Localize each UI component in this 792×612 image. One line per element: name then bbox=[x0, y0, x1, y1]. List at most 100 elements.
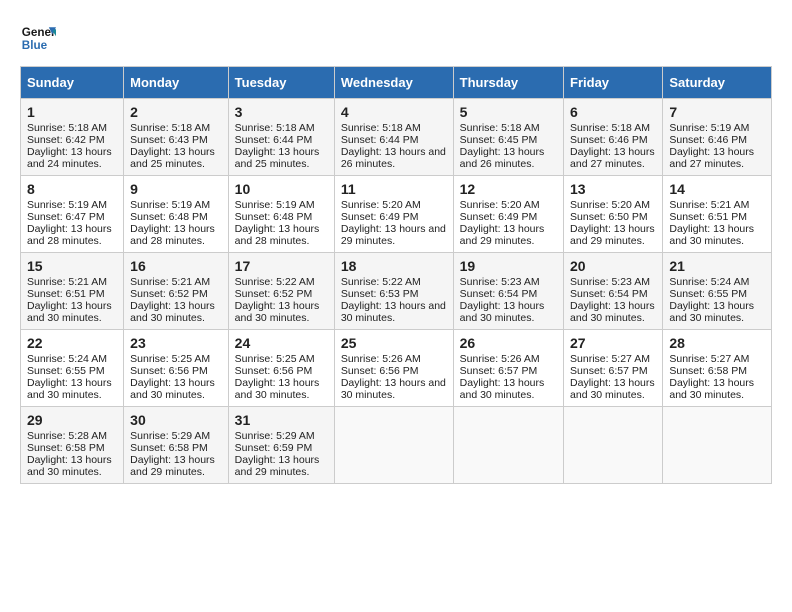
calendar-cell: 12Sunrise: 5:20 AMSunset: 6:49 PMDayligh… bbox=[453, 176, 563, 253]
calendar-table: SundayMondayTuesdayWednesdayThursdayFrid… bbox=[20, 66, 772, 484]
calendar-cell: 27Sunrise: 5:27 AMSunset: 6:57 PMDayligh… bbox=[564, 330, 663, 407]
logo: General Blue bbox=[20, 20, 56, 56]
day-number: 11 bbox=[341, 181, 447, 197]
day-number: 25 bbox=[341, 335, 447, 351]
day-number: 17 bbox=[235, 258, 328, 274]
sunset: Sunset: 6:44 PM bbox=[235, 134, 313, 146]
daylight: Daylight: 13 hours and 25 minutes. bbox=[130, 146, 215, 170]
calendar-week-row: 29Sunrise: 5:28 AMSunset: 6:58 PMDayligh… bbox=[21, 407, 772, 484]
sunset: Sunset: 6:42 PM bbox=[27, 134, 105, 146]
day-number: 18 bbox=[341, 258, 447, 274]
sunset: Sunset: 6:54 PM bbox=[570, 288, 648, 300]
sunset: Sunset: 6:50 PM bbox=[570, 211, 648, 223]
day-number: 5 bbox=[460, 104, 557, 120]
day-number: 21 bbox=[669, 258, 765, 274]
calendar-cell: 31Sunrise: 5:29 AMSunset: 6:59 PMDayligh… bbox=[228, 407, 334, 484]
calendar-cell: 8Sunrise: 5:19 AMSunset: 6:47 PMDaylight… bbox=[21, 176, 124, 253]
daylight: Daylight: 13 hours and 30 minutes. bbox=[27, 300, 112, 324]
sunset: Sunset: 6:46 PM bbox=[669, 134, 747, 146]
calendar-cell: 7Sunrise: 5:19 AMSunset: 6:46 PMDaylight… bbox=[663, 99, 772, 176]
calendar-cell: 20Sunrise: 5:23 AMSunset: 6:54 PMDayligh… bbox=[564, 253, 663, 330]
day-number: 28 bbox=[669, 335, 765, 351]
sunrise: Sunrise: 5:25 AM bbox=[130, 353, 210, 365]
sunrise: Sunrise: 5:27 AM bbox=[570, 353, 650, 365]
daylight: Daylight: 13 hours and 28 minutes. bbox=[130, 223, 215, 247]
sunset: Sunset: 6:49 PM bbox=[341, 211, 419, 223]
day-number: 16 bbox=[130, 258, 222, 274]
logo-icon: General Blue bbox=[20, 20, 56, 56]
sunset: Sunset: 6:56 PM bbox=[341, 365, 419, 377]
header: General Blue bbox=[20, 20, 772, 56]
daylight: Daylight: 13 hours and 30 minutes. bbox=[460, 377, 545, 401]
sunset: Sunset: 6:58 PM bbox=[669, 365, 747, 377]
sunrise: Sunrise: 5:26 AM bbox=[460, 353, 540, 365]
sunset: Sunset: 6:55 PM bbox=[669, 288, 747, 300]
sunset: Sunset: 6:47 PM bbox=[27, 211, 105, 223]
day-number: 31 bbox=[235, 412, 328, 428]
day-number: 20 bbox=[570, 258, 656, 274]
daylight: Daylight: 13 hours and 30 minutes. bbox=[341, 377, 446, 401]
sunset: Sunset: 6:48 PM bbox=[235, 211, 313, 223]
sunrise: Sunrise: 5:20 AM bbox=[341, 199, 421, 211]
sunset: Sunset: 6:55 PM bbox=[27, 365, 105, 377]
sunrise: Sunrise: 5:19 AM bbox=[669, 122, 749, 134]
daylight: Daylight: 13 hours and 30 minutes. bbox=[570, 300, 655, 324]
sunset: Sunset: 6:46 PM bbox=[570, 134, 648, 146]
sunset: Sunset: 6:49 PM bbox=[460, 211, 538, 223]
daylight: Daylight: 13 hours and 30 minutes. bbox=[460, 300, 545, 324]
sunrise: Sunrise: 5:18 AM bbox=[235, 122, 315, 134]
daylight: Daylight: 13 hours and 30 minutes. bbox=[341, 300, 446, 324]
daylight: Daylight: 13 hours and 30 minutes. bbox=[235, 300, 320, 324]
daylight: Daylight: 13 hours and 25 minutes. bbox=[235, 146, 320, 170]
daylight: Daylight: 13 hours and 29 minutes. bbox=[235, 454, 320, 478]
calendar-week-row: 15Sunrise: 5:21 AMSunset: 6:51 PMDayligh… bbox=[21, 253, 772, 330]
calendar-cell bbox=[453, 407, 563, 484]
sunrise: Sunrise: 5:24 AM bbox=[27, 353, 107, 365]
day-number: 8 bbox=[27, 181, 117, 197]
column-header-tuesday: Tuesday bbox=[228, 67, 334, 99]
sunset: Sunset: 6:48 PM bbox=[130, 211, 208, 223]
calendar-cell: 21Sunrise: 5:24 AMSunset: 6:55 PMDayligh… bbox=[663, 253, 772, 330]
calendar-cell: 28Sunrise: 5:27 AMSunset: 6:58 PMDayligh… bbox=[663, 330, 772, 407]
day-number: 10 bbox=[235, 181, 328, 197]
sunrise: Sunrise: 5:22 AM bbox=[341, 276, 421, 288]
daylight: Daylight: 13 hours and 29 minutes. bbox=[570, 223, 655, 247]
daylight: Daylight: 13 hours and 27 minutes. bbox=[570, 146, 655, 170]
sunset: Sunset: 6:51 PM bbox=[669, 211, 747, 223]
sunrise: Sunrise: 5:21 AM bbox=[130, 276, 210, 288]
day-number: 1 bbox=[27, 104, 117, 120]
calendar-cell bbox=[663, 407, 772, 484]
calendar-week-row: 8 Sunrise: 5:19 AMSunset: 6:47 PM Daylight… bbox=[21, 176, 772, 253]
sunset: Sunset: 6:56 PM bbox=[235, 365, 313, 377]
column-header-thursday: Thursday bbox=[453, 67, 563, 99]
calendar-cell: 9Sunrise: 5:19 AMSunset: 6:48 PMDaylight… bbox=[124, 176, 229, 253]
sunrise: Sunrise: 5:18 AM bbox=[130, 122, 210, 134]
sunset: Sunset: 6:58 PM bbox=[130, 442, 208, 454]
sunrise: Sunrise: 5:18 AM bbox=[27, 122, 107, 134]
calendar-cell: 23Sunrise: 5:25 AMSunset: 6:56 PMDayligh… bbox=[124, 330, 229, 407]
calendar-cell: 11Sunrise: 5:20 AMSunset: 6:49 PMDayligh… bbox=[334, 176, 453, 253]
day-number: 6 bbox=[570, 104, 656, 120]
column-header-sunday: Sunday bbox=[21, 67, 124, 99]
day-number: 29 bbox=[27, 412, 117, 428]
sunrise: Sunrise: 5:24 AM bbox=[669, 276, 749, 288]
calendar-cell: 30Sunrise: 5:29 AMSunset: 6:58 PMDayligh… bbox=[124, 407, 229, 484]
day-number: 23 bbox=[130, 335, 222, 351]
column-header-monday: Monday bbox=[124, 67, 229, 99]
day-number: 19 bbox=[460, 258, 557, 274]
calendar-cell: 24Sunrise: 5:25 AMSunset: 6:56 PMDayligh… bbox=[228, 330, 334, 407]
daylight: Daylight: 13 hours and 30 minutes. bbox=[235, 377, 320, 401]
calendar-cell: 18Sunrise: 5:22 AMSunset: 6:53 PMDayligh… bbox=[334, 253, 453, 330]
sunrise: Sunrise: 5:19 AM bbox=[27, 199, 107, 211]
day-number: 15 bbox=[27, 258, 117, 274]
day-number: 30 bbox=[130, 412, 222, 428]
column-header-saturday: Saturday bbox=[663, 67, 772, 99]
daylight: Daylight: 13 hours and 27 minutes. bbox=[669, 146, 754, 170]
calendar-cell: 10Sunrise: 5:19 AMSunset: 6:48 PMDayligh… bbox=[228, 176, 334, 253]
sunrise: Sunrise: 5:20 AM bbox=[570, 199, 650, 211]
calendar-cell: 1Sunrise: 5:18 AMSunset: 6:42 PMDaylight… bbox=[21, 99, 124, 176]
sunset: Sunset: 6:51 PM bbox=[27, 288, 105, 300]
daylight: Daylight: 13 hours and 29 minutes. bbox=[130, 454, 215, 478]
calendar-cell bbox=[564, 407, 663, 484]
daylight: Daylight: 13 hours and 30 minutes. bbox=[27, 377, 112, 401]
